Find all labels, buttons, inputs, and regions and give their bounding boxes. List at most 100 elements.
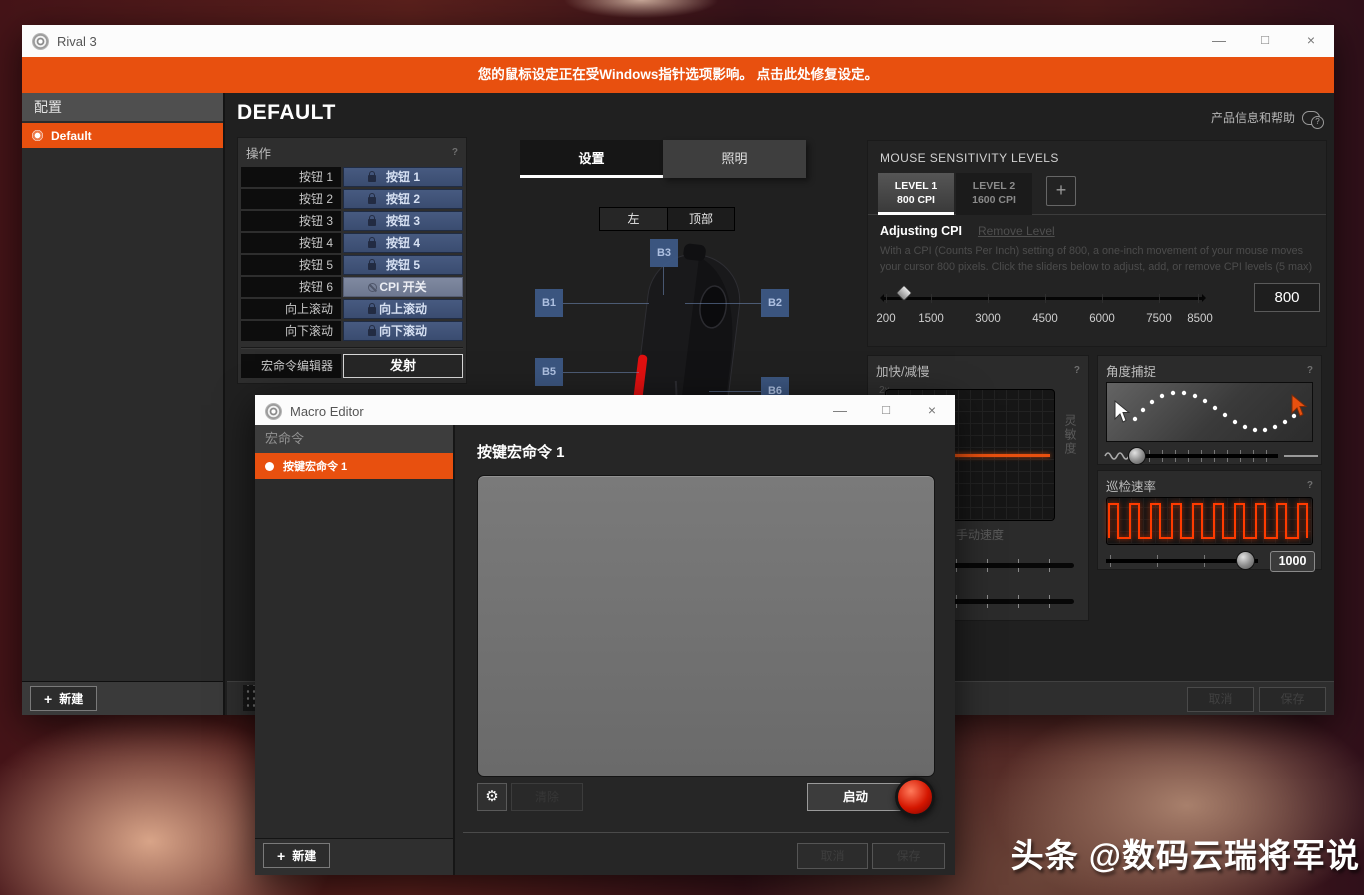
- window-title: Rival 3: [57, 34, 97, 49]
- sidebar-item-default[interactable]: Default: [22, 123, 223, 148]
- mouse-button-b5[interactable]: B5: [535, 358, 563, 386]
- angle-snapping-slider-track[interactable]: [1132, 454, 1278, 458]
- cpi-value-box[interactable]: 800: [1254, 283, 1320, 312]
- config-sidebar: 配置 Default + 新建: [22, 93, 225, 715]
- binding-button-2[interactable]: 按钮 2: [343, 189, 463, 209]
- binding-button-6[interactable]: CPI 开关: [343, 277, 463, 297]
- view-top-button[interactable]: 顶部: [667, 208, 734, 230]
- angle-snapping-graph: [1106, 382, 1313, 442]
- lock-icon: [368, 329, 376, 336]
- orange-cursor-icon: [1292, 395, 1306, 416]
- polling-rate-panel: 巡检速率 ? 1000: [1097, 470, 1322, 570]
- remove-level-link[interactable]: Remove Level: [978, 224, 1055, 238]
- product-help-link[interactable]: 产品信息和帮助: [1211, 109, 1320, 126]
- gear-icon: ⚙: [485, 788, 498, 805]
- active-config-radio-icon: [32, 130, 43, 141]
- macro-sidebar-footer: + 新建: [255, 838, 453, 875]
- minimize-icon[interactable]: —: [1196, 25, 1242, 57]
- actions-title: 操作: [246, 143, 271, 162]
- binding-row-label: 按钮 1: [241, 167, 341, 187]
- mouse-button-b2[interactable]: B2: [761, 289, 789, 317]
- binding-button-3[interactable]: 按钮 3: [343, 211, 463, 231]
- cpi-slider-zone: 800 200 1500 3000 4500 6000 7500 8500: [868, 275, 1326, 337]
- macro-settings-button[interactable]: ⚙: [477, 783, 507, 811]
- b5-line: [563, 372, 639, 373]
- b3-line: [663, 267, 664, 295]
- angle-snapping-knob[interactable]: [1128, 447, 1146, 465]
- binding-button-1[interactable]: 按钮 1: [343, 167, 463, 187]
- binding-row-label: 按钮 6: [241, 277, 341, 297]
- cpi-description: With a CPI (Counts Per Inch) setting of …: [868, 238, 1326, 275]
- cpi-level-1-tab[interactable]: LEVEL 1 800 CPI: [878, 173, 954, 215]
- view-left-button[interactable]: 左: [600, 208, 667, 230]
- binding-row-label: 向上滚动: [241, 299, 341, 319]
- help-icon[interactable]: ?: [1074, 365, 1080, 376]
- macro-titlebar: Macro Editor — □ ×: [255, 395, 955, 427]
- windows-pointer-warning-banner[interactable]: 您的鼠标设定正在受Windows指针选项影响。 点击此处修复设定。: [22, 57, 1334, 93]
- tab-settings[interactable]: 设置: [520, 140, 663, 178]
- mouse-button-b3[interactable]: B3: [650, 239, 678, 267]
- binding-row-label: 按钮 2: [241, 189, 341, 209]
- binding-scroll-down[interactable]: 向下滚动: [343, 321, 463, 341]
- macro-window-title: Macro Editor: [290, 404, 364, 419]
- help-icon[interactable]: ?: [452, 147, 458, 158]
- help-bubble-icon: [1302, 111, 1320, 125]
- polling-rate-graph: [1106, 497, 1313, 545]
- divider: [463, 832, 949, 833]
- lock-icon: [368, 197, 376, 204]
- close-icon[interactable]: ×: [909, 395, 955, 427]
- minimize-icon[interactable]: —: [817, 395, 863, 427]
- cpi-level-2-tab[interactable]: LEVEL 2 1600 CPI: [956, 173, 1032, 215]
- screen: Rival 3 — □ × 您的鼠标设定正在受Windows指针选项影响。 点击…: [0, 0, 1364, 895]
- new-macro-button[interactable]: + 新建: [263, 843, 330, 868]
- binding-row-label: 按钮 5: [241, 255, 341, 275]
- lock-icon: [368, 307, 376, 314]
- save-button[interactable]: 保存: [1259, 687, 1326, 712]
- record-button[interactable]: [895, 777, 935, 817]
- add-cpi-level-button[interactable]: +: [1046, 176, 1076, 206]
- sensitivity-title: MOUSE SENSITIVITY LEVELS: [868, 141, 1326, 173]
- adjusting-cpi-title: Adjusting CPI: [880, 224, 962, 238]
- lock-icon: [368, 219, 376, 226]
- maximize-icon[interactable]: □: [863, 395, 909, 427]
- window-controls: — □ ×: [1196, 25, 1334, 57]
- straight-line-icon: [1284, 455, 1318, 457]
- macro-cancel-button[interactable]: 取消: [797, 843, 868, 869]
- binding-button-4[interactable]: 按钮 4: [343, 233, 463, 253]
- macro-body: 宏命令 按键宏命令 1 + 新建 按键宏命令 1 ⚙ 清除 启动: [255, 425, 955, 875]
- maximize-icon[interactable]: □: [1242, 25, 1288, 57]
- macro-window-controls: — □ ×: [817, 395, 955, 427]
- unlocked-icon: [368, 283, 377, 292]
- polling-rate-value[interactable]: 1000: [1270, 551, 1315, 572]
- macro-main: 按键宏命令 1 ⚙ 清除 启动 取消 保存: [457, 425, 955, 875]
- macro-list-item[interactable]: 按键宏命令 1: [255, 453, 453, 479]
- close-icon[interactable]: ×: [1288, 25, 1334, 57]
- lock-icon: [368, 241, 376, 248]
- polling-rate-knob[interactable]: [1236, 551, 1255, 570]
- config-sidebar-footer: + 新建: [22, 681, 223, 715]
- binding-scroll-up[interactable]: 向上滚动: [343, 299, 463, 319]
- plus-icon: +: [277, 848, 285, 864]
- macro-start-button[interactable]: 启动: [807, 783, 904, 811]
- help-icon[interactable]: ?: [1307, 480, 1313, 491]
- macro-editor-label: 宏命令编辑器: [241, 354, 341, 378]
- config-item-label: Default: [51, 129, 92, 143]
- macro-clear-button[interactable]: 清除: [511, 783, 583, 811]
- steelseries-logo-icon: [265, 403, 282, 420]
- mouse-button-b1[interactable]: B1: [535, 289, 563, 317]
- settings-lighting-tabs: 设置 照明: [520, 140, 806, 178]
- white-cursor-icon: [1115, 401, 1129, 422]
- polling-rate-title: 巡检速率: [1106, 476, 1156, 495]
- binding-button-5[interactable]: 按钮 5: [343, 255, 463, 275]
- config-header: 配置: [22, 93, 223, 121]
- new-config-button[interactable]: + 新建: [30, 686, 97, 711]
- macro-save-button[interactable]: 保存: [872, 843, 945, 869]
- cancel-button[interactable]: 取消: [1187, 687, 1254, 712]
- help-icon[interactable]: ?: [1307, 365, 1313, 376]
- watermark-text: 头条 @数码云瑞将军说: [1011, 829, 1360, 877]
- launch-button[interactable]: 发射: [343, 354, 463, 378]
- cpi-slider-track[interactable]: [884, 297, 1202, 300]
- plus-icon: +: [44, 691, 52, 707]
- tab-lighting[interactable]: 照明: [663, 140, 806, 178]
- macro-content-area[interactable]: [477, 475, 935, 777]
